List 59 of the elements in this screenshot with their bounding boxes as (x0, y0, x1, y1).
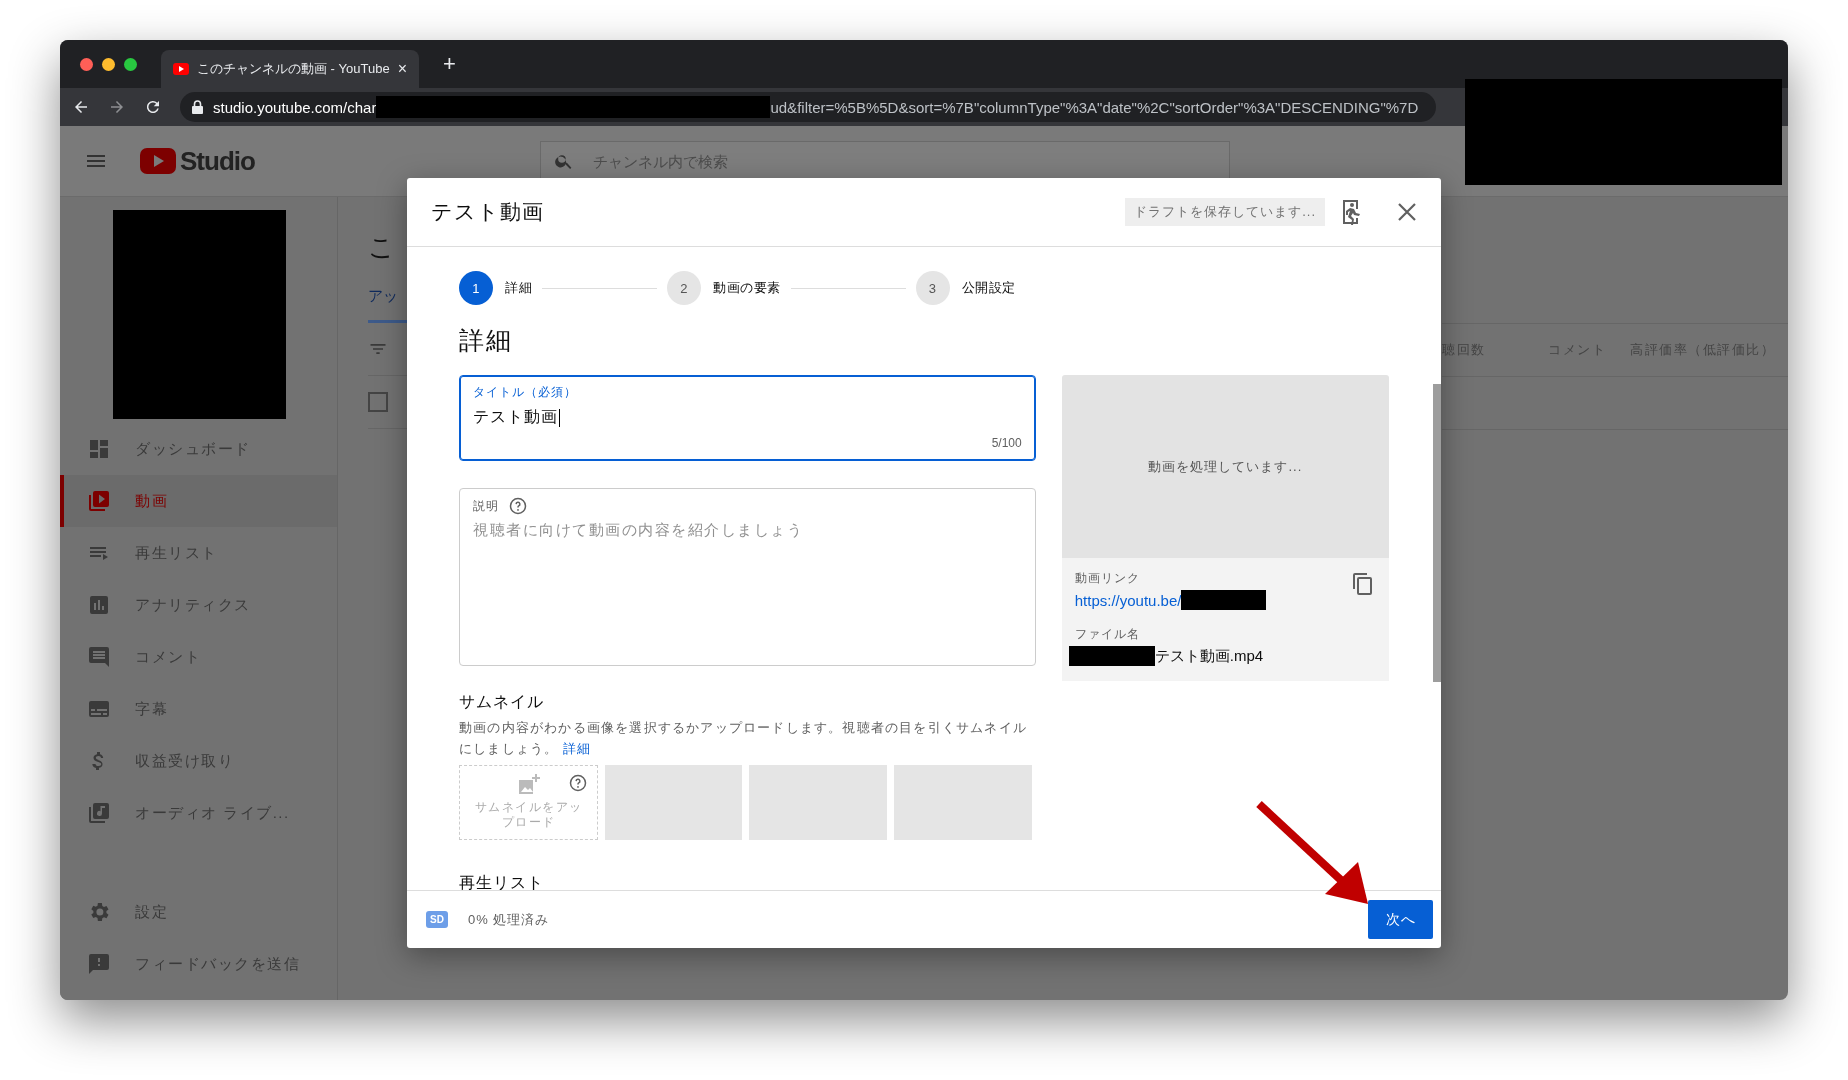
lock-icon (192, 100, 203, 114)
close-window-button[interactable] (80, 57, 93, 71)
thumbnail-placeholder[interactable] (605, 765, 742, 840)
video-link[interactable]: https://youtu.be/ (1074, 591, 1182, 609)
minimize-window-button[interactable] (102, 57, 115, 71)
browser-tab[interactable]: このチャンネルの動画 - YouTube × (161, 50, 419, 88)
tab-title: このチャンネルの動画 - YouTube (197, 60, 390, 78)
url-text: ud&filter=%5B%5D&sort=%7B"columnType"%3A"date"%2C"sortOrder"%3A"DESCENDING"%7D (770, 98, 1419, 116)
field-label: ファイル名 (1074, 626, 1140, 643)
stepper-step[interactable]: 3 公開設定 (915, 271, 1016, 305)
section-heading: 再生リスト (459, 873, 545, 890)
forward-icon[interactable] (108, 98, 126, 116)
close-icon[interactable] (1397, 202, 1417, 222)
checkbox[interactable] (368, 392, 388, 412)
address-bar[interactable]: studio.youtube.com/char ud&filter=%5B%5D&sort=%7B"columnType"%3A"date"%2C"sortOrder"%3A"DESCENDING"%7D (180, 92, 1436, 122)
video-play-icon (87, 489, 111, 513)
section-heading: 詳細 (459, 325, 514, 356)
comment-icon (87, 645, 111, 669)
music-note-icon (87, 801, 111, 825)
upload-thumbnail-button[interactable]: サムネイルをアップロード (459, 765, 598, 840)
page-title: こ (368, 231, 396, 264)
file-name: テスト動画.mp4 (1154, 646, 1264, 666)
copy-icon[interactable] (1351, 572, 1375, 596)
exit-door-icon[interactable] (1341, 199, 1363, 225)
next-button[interactable]: 次へ (1368, 900, 1433, 939)
dashboard-icon (87, 437, 111, 461)
thumbnail-placeholder[interactable] (894, 765, 1032, 840)
help-icon[interactable] (509, 497, 527, 515)
details-link[interactable]: 詳細 (563, 741, 592, 756)
draft-status: ドラフトを保存しています... (1125, 198, 1325, 226)
sidebar-item-label: 動画 (135, 491, 168, 511)
bar-chart-icon (87, 593, 111, 617)
field-label: 動画リンク (1074, 570, 1140, 587)
maximize-window-button[interactable] (124, 57, 137, 71)
play-logo-icon (140, 148, 176, 174)
url-text: studio.youtube.com/char (213, 98, 377, 116)
stepper-step[interactable]: 2 動画の要素 (667, 271, 781, 305)
scrollbar[interactable] (1433, 384, 1441, 682)
reload-icon[interactable] (144, 98, 162, 116)
new-tab-button[interactable]: + (443, 51, 456, 77)
studio-logo[interactable]: Studio (140, 145, 255, 177)
add-image-icon (516, 774, 541, 796)
sd-badge: SD (426, 911, 448, 928)
processing-status: 動画を処理しています... (1148, 457, 1303, 476)
thumbnail-description: 動画の内容がわかる画像を選択するかアップロードします。視聴者の目を引くサムネイルにしましょう。 詳細 (459, 719, 1028, 758)
thumbnail-placeholder[interactable] (749, 765, 887, 840)
description-field[interactable]: 説明 視聴者に向けて動画の内容を紹介しましょう (459, 488, 1036, 666)
processing-note: 0% 処理済み (467, 910, 551, 929)
stepper-step[interactable]: 1 詳細 (459, 271, 532, 305)
feedback-icon (87, 952, 111, 976)
title-field[interactable]: タイトル（必須） テスト動画 5/100 (459, 375, 1036, 461)
tab-close-button[interactable]: × (397, 60, 407, 78)
sidebar-item[interactable]: 字幕 (60, 683, 337, 735)
help-icon[interactable] (569, 774, 587, 792)
sidebar-item-label: 字幕 (135, 699, 168, 719)
play-logo-icon (173, 63, 189, 75)
sidebar-item[interactable]: 動画 (60, 475, 337, 527)
thumbnail-heading: サムネイル (459, 692, 545, 712)
dialog-title: テスト動画 (431, 199, 545, 225)
